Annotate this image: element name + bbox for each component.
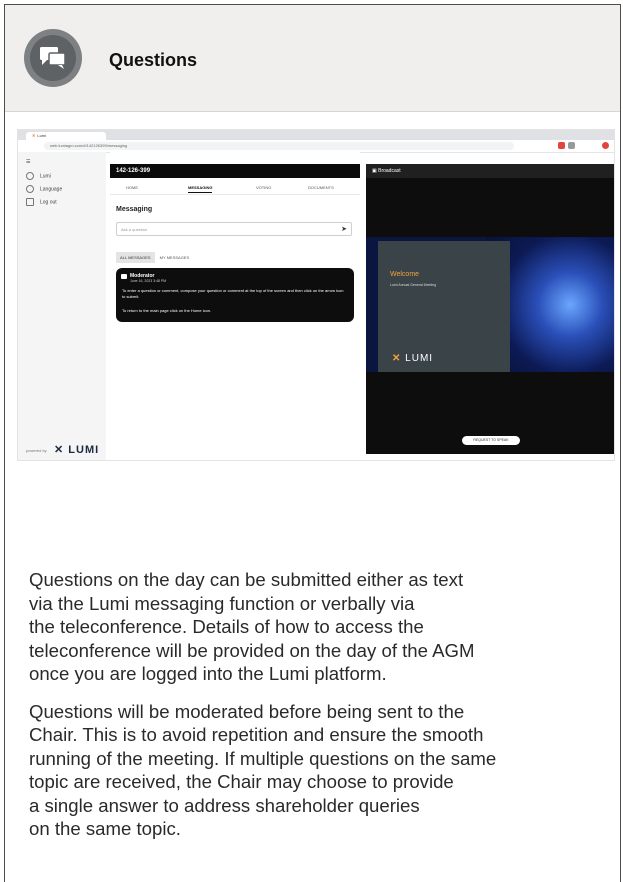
broadcast-label: ▣ Broadcast [366, 164, 614, 178]
message-icon [121, 274, 127, 279]
tab-home: HOME [126, 185, 138, 190]
message-body: To enter a question or comment, compose … [122, 288, 344, 299]
slide-title: Welcome [390, 271, 420, 278]
profile-icon [602, 142, 609, 149]
tab-voting: VOTING [256, 185, 272, 190]
tab-messaging: MESSAGING [188, 185, 213, 193]
message-filters: ALL MESSAGES MY MESSAGES [116, 252, 193, 263]
tab-documents: DOCUMENTS [308, 185, 334, 190]
chat-bubbles-icon [24, 29, 82, 87]
paragraph-2: Questions will be moderated before being… [29, 700, 497, 840]
paragraph-1: Questions on the day can be submitted ei… [29, 569, 475, 684]
url-field: web.lumiagm.com/#/142126399/messaging [44, 142, 514, 150]
welcome-slide: Welcome Lumi Annual General Meeting ✕ LU… [378, 241, 510, 372]
page-title: Questions [109, 50, 198, 70]
extension-icon [558, 142, 565, 149]
sidebar-item-logout: Log out [26, 198, 57, 206]
broadcast-panel: ▣ Broadcast Welcome Lumi Annual General … [366, 164, 614, 454]
message-time: June 16, 2023 3:48 PM [130, 279, 167, 283]
slide-logo: ✕ LUMI [392, 353, 434, 364]
sidebar-item-lumi: Lumi [26, 172, 51, 180]
menu-icon: ☰ [26, 159, 31, 165]
moderator-message: Moderator June 16, 2023 3:48 PM To enter… [116, 268, 354, 322]
browser-tab-bar: ✕ Lumi [18, 130, 614, 140]
broadcast-video: Welcome Lumi Annual General Meeting ✕ LU… [366, 237, 614, 372]
message-body: To return to the main page click on the … [122, 308, 212, 313]
send-arrow-icon: ➤ [341, 226, 347, 233]
filter-my-messages: MY MESSAGES [159, 255, 190, 260]
ask-question-input: Ask a question ➤ [116, 222, 352, 236]
lumi-sidebar: ☰ Lumi Language Log out powered by ✕ LUM… [18, 152, 106, 460]
lumi-logo: ✕ LUMI [54, 444, 100, 456]
request-to-speak-button: REQUEST TO SPEAK [462, 436, 520, 445]
lumi-screenshot: ✕ Lumi web.lumiagm.com/#/142126399/messag… [17, 129, 615, 461]
messaging-title: Messaging [116, 206, 153, 213]
slide-subtitle: Lumi Annual General Meeting [390, 283, 437, 287]
section-header: Questions [5, 5, 620, 112]
messaging-panel: 142-126-399 HOME MESSAGING VOTING DOCUME… [110, 152, 360, 460]
extension-icon [568, 142, 575, 149]
browser-tab: ✕ Lumi [26, 132, 106, 140]
panel-tabs: HOME MESSAGING VOTING DOCUMENTS [110, 180, 360, 195]
filter-all-messages: ALL MESSAGES [116, 252, 155, 263]
body-copy: Questions on the day can be submitted ei… [29, 568, 619, 855]
meeting-id: 142-126-399 [110, 164, 360, 178]
sidebar-item-language: Language [26, 185, 62, 193]
document-frame: Questions ✕ Lumi web.lumiagm.com/#/142126… [4, 4, 621, 882]
powered-by-label: powered by [26, 448, 47, 453]
